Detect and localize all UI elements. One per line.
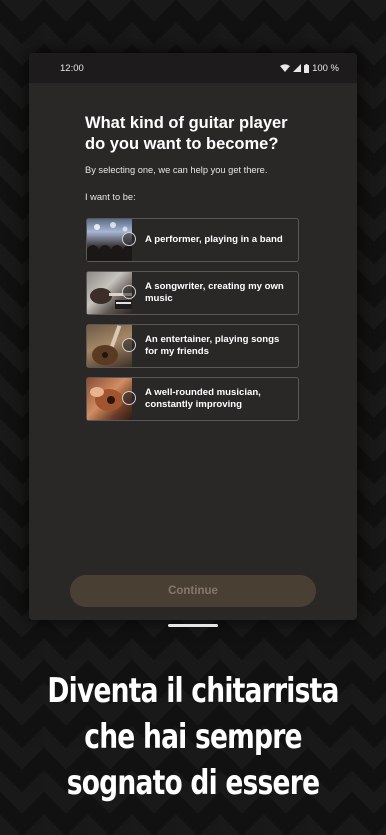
option-radio-button[interactable] — [122, 338, 136, 352]
option-radio-button[interactable] — [122, 285, 136, 299]
continue-button[interactable]: Continue — [70, 575, 316, 607]
home-indicator[interactable] — [168, 624, 218, 627]
page-title: What kind of guitar player do you want t… — [85, 114, 288, 153]
wifi-icon — [280, 64, 291, 72]
options-prompt: I want to be: — [85, 192, 136, 202]
battery-percentage: 100 % — [312, 62, 339, 74]
promo-tagline: Diventa il chitarrista che hai sempre so… — [42, 668, 343, 806]
onboarding-content: What kind of guitar player do you want t… — [29, 83, 357, 421]
status-icons: 100 % — [280, 63, 339, 74]
status-bar: 12:00 100 % — [29, 53, 357, 83]
option-performer[interactable]: A performer, playing in a band — [86, 218, 299, 262]
option-label: A well-rounded musician, constantly impr… — [145, 386, 261, 411]
phone-screen: 12:00 100 % What kind of guitar player d… — [29, 53, 357, 620]
option-radio-button[interactable] — [122, 232, 136, 246]
battery-icon — [304, 63, 310, 73]
option-songwriter[interactable]: A songwriter, creating my own music — [86, 271, 299, 315]
option-label: An entertainer, playing songs for my fri… — [145, 333, 280, 358]
page-subtitle: By selecting one, we can help you get th… — [85, 165, 268, 175]
option-entertainer[interactable]: An entertainer, playing songs for my fri… — [86, 324, 299, 368]
tagline-line-2: che hai sempre — [84, 717, 302, 757]
tagline-line-1: Diventa il chitarrista — [47, 671, 339, 711]
status-time: 12:00 — [60, 62, 84, 74]
option-label: A performer, playing in a band — [145, 233, 283, 245]
option-label: A songwriter, creating my own music — [145, 280, 284, 305]
options-list: A performer, playing in a band A songwri… — [86, 218, 299, 421]
option-radio-button[interactable] — [122, 391, 136, 405]
option-musician[interactable]: A well-rounded musician, constantly impr… — [86, 377, 299, 421]
tagline-line-3: sognato di essere — [66, 763, 320, 803]
signal-icon — [293, 64, 302, 72]
